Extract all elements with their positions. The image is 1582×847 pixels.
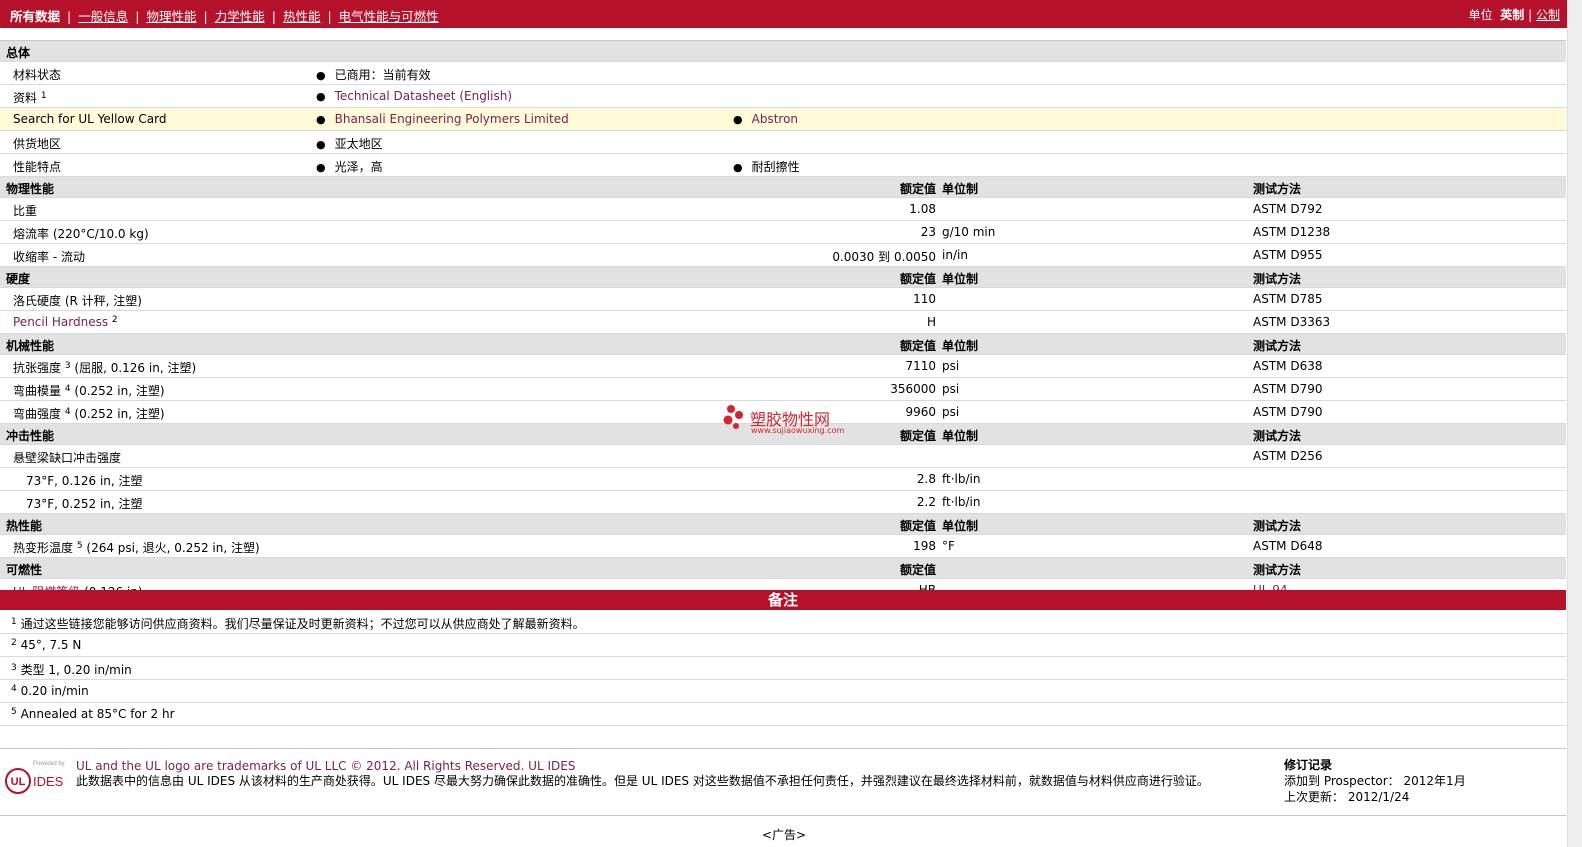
list-item: 2 45°, 7.5 N	[0, 634, 1566, 657]
table-row: 材料状态 ● 已商用：当前有效	[0, 62, 1566, 85]
section-header-flammability: 可燃性 额定值 测试方法	[0, 558, 1566, 579]
list-item: 3 类型 1, 0.20 in/min	[0, 657, 1566, 680]
table-row: 弯曲模量 4 (0.252 in, 注塑) 356000 psi ASTM D7…	[0, 378, 1566, 401]
unit-english[interactable]: 英制	[1500, 8, 1524, 22]
section-header-thermal: 热性能 额定值 单位制 测试方法	[0, 514, 1566, 535]
table-row-yellow-card: Search for UL Yellow Card ● Bhansali Engi…	[0, 108, 1566, 131]
bullet-icon: ●	[316, 90, 326, 103]
top-nav-bar: 所有数据 | 一般信息 | 物理性能 | 力学性能 | 热性能 | 电气性能与可燃性 单位 英制 |…	[0, 0, 1568, 28]
table-row: 资料 1 ● Technical Datasheet (English)	[0, 85, 1566, 108]
unit-switcher: 单位 英制 | 公制	[1468, 8, 1560, 22]
disclaimer-text: 此数据表中的信息由 UL IDES 从该材料的生产商处获得。UL IDES 尽最…	[76, 774, 1209, 788]
table-row: 性能特点 ● 光泽，高 ● 耐刮擦性	[0, 154, 1566, 177]
ad-label: <广告>	[762, 828, 807, 842]
table-row: Pencil Hardness 2 H ASTM D3363	[0, 311, 1566, 334]
table-row: 悬壁梁缺口冲击强度 ASTM D256	[0, 445, 1566, 468]
list-item: 4 0.20 in/min	[0, 680, 1566, 703]
revision-history: 修订记录 添加到 Prospector： 2012年1月 上次更新： 2012/…	[1284, 758, 1466, 804]
table-row: 收缩率 - 流动 0.0030 到 0.0050 in/in ASTM D955	[0, 244, 1566, 267]
table-row: 供货地区 ● 亚太地区	[0, 131, 1566, 154]
supplier-link[interactable]: Bhansali Engineering Polymers Limited	[335, 112, 569, 126]
table-row: 抗张强度 3 (屈服, 0.126 in, 注塑) 7110 psi ASTM …	[0, 355, 1566, 378]
units-label: 单位	[1468, 8, 1493, 22]
section-header-physical: 物理性能 额定值 单位制 测试方法	[0, 177, 1566, 198]
section-header-general: 总体	[0, 41, 1566, 62]
nav-physical[interactable]: 物理性能	[146, 9, 196, 24]
bullet-icon: ●	[733, 113, 743, 126]
table-row: 73°F, 0.252 in, 注塑 2.2 ft·lb/in	[0, 491, 1566, 514]
section-header-hardness: 硬度 额定值 单位制 测试方法	[0, 267, 1566, 288]
technical-datasheet-link[interactable]: Technical Datasheet (English)	[335, 89, 512, 103]
pencil-hardness-link[interactable]: Pencil Hardness	[13, 315, 108, 329]
table-row: 热变形温度 5 (264 psi, 退火, 0.252 in, 注塑) 198 …	[0, 535, 1566, 558]
bullet-icon: ●	[316, 69, 326, 82]
watermark-dots-icon	[723, 405, 743, 429]
table-row: 73°F, 0.126 in, 注塑 2.8 ft·lb/in	[0, 468, 1566, 491]
watermark: 塑胶物性网 www.sujiaowuxing.com	[722, 404, 852, 438]
notes-header: 备注	[0, 590, 1566, 610]
table-row: 洛氏硬度 (R 计秤, 注塑) 110 ASTM D785	[0, 288, 1566, 311]
table-row: 熔流率 (220°C/10.0 kg) 23 g/10 min ASTM D12…	[0, 221, 1566, 244]
nav-thermal[interactable]: 热性能	[283, 9, 321, 24]
section-header-mechanical: 机械性能 额定值 单位制 测试方法	[0, 334, 1566, 355]
nav-general-info[interactable]: 一般信息	[78, 9, 128, 24]
ul-ides-logo: UL Powered by IDES	[5, 761, 65, 794]
table-row: 比重 1.08 ASTM D792	[0, 198, 1566, 221]
bullet-icon: ●	[316, 113, 326, 126]
footer: UL Powered by IDES UL and the UL logo ar…	[0, 748, 1566, 816]
svg-text:IDES: IDES	[33, 774, 64, 789]
list-item: 1 通过这些链接您能够访问供应商资料。我们尽量保证及时更新资料；不过您可以从供应…	[0, 611, 1566, 634]
bullet-icon: ●	[316, 161, 326, 174]
tradename-link[interactable]: Abstron	[752, 112, 798, 126]
svg-text:UL: UL	[11, 776, 26, 788]
vertical-scrollbar[interactable]	[1567, 0, 1582, 847]
bullet-icon: ●	[733, 161, 743, 174]
section-nav: 所有数据 | 一般信息 | 物理性能 | 力学性能 | 热性能 | 电气性能与可燃性	[10, 9, 439, 24]
unit-metric[interactable]: 公制	[1536, 8, 1560, 22]
list-item: 5 Annealed at 85°C for 2 hr	[0, 703, 1566, 726]
trademark-text: UL and the UL logo are trademarks of UL …	[76, 759, 576, 773]
nav-mechanical[interactable]: 力学性能	[215, 9, 265, 24]
nav-all-data[interactable]: 所有数据	[10, 9, 60, 24]
notes-list: 1 通过这些链接您能够访问供应商资料。我们尽量保证及时更新资料；不过您可以从供应…	[0, 611, 1566, 726]
bullet-icon: ●	[316, 138, 326, 151]
property-table: 总体 材料状态 ● 已商用：当前有效 资料 1 ● Technical Datash…	[0, 40, 1566, 602]
nav-electrical-flammability[interactable]: 电气性能与可燃性	[339, 9, 439, 24]
svg-text:Powered by: Powered by	[33, 761, 65, 767]
